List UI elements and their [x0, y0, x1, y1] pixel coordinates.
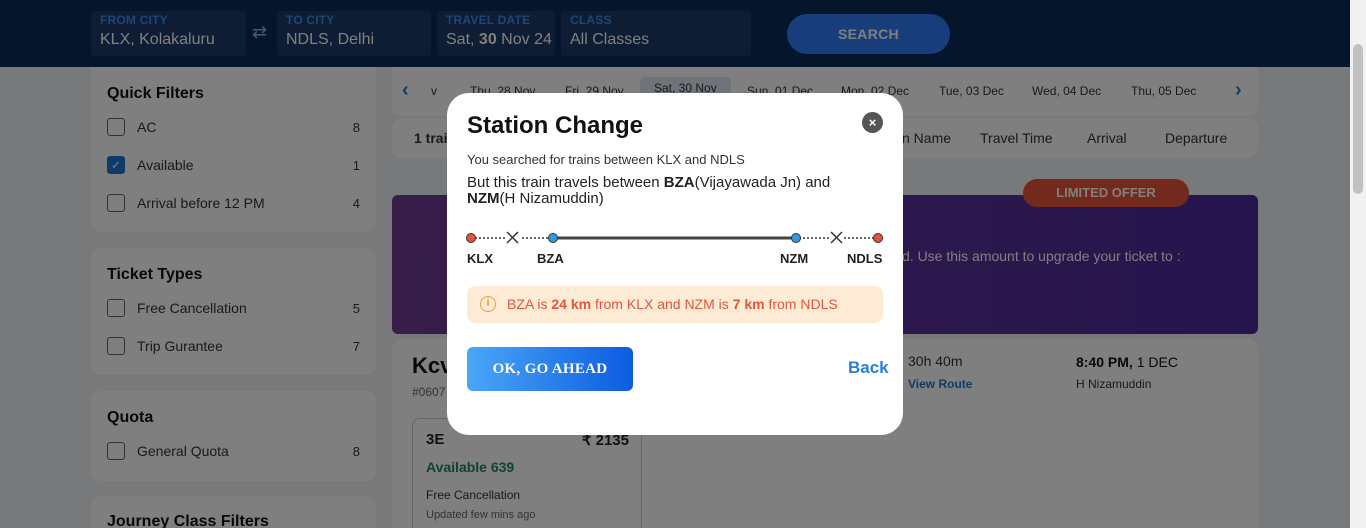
scrollbar-thumb[interactable] [1353, 44, 1363, 194]
info-text: from NDLS [764, 296, 838, 312]
station-label-bza: BZA [537, 251, 564, 266]
station-name-nzm: (H Nizamuddin) [499, 190, 604, 207]
train-text-prefix: But this train travels between [467, 174, 664, 191]
modal-title: Station Change [467, 112, 644, 139]
station-code-bza: BZA [663, 174, 695, 191]
page-scrollbar[interactable] [1350, 0, 1366, 528]
station-label-ndls: NDLS [847, 251, 883, 266]
station-code-nzm: NZM [467, 190, 500, 207]
info-distance-1: 24 km [551, 296, 592, 312]
close-icon[interactable]: × [862, 112, 883, 133]
station-label-nzm: NZM [780, 251, 809, 266]
station-dot-bza [548, 233, 558, 243]
info-distance-2: 7 km [732, 296, 765, 312]
cross-icon [830, 231, 843, 244]
route-diagram [466, 231, 883, 244]
info-text: from KLX and NZM is [591, 296, 733, 312]
station-dot-nzm [791, 233, 801, 243]
modal-search-text: You searched for trains between KLX and … [467, 152, 745, 167]
info-text: BZA is [507, 296, 552, 312]
info-icon: i [480, 296, 496, 312]
back-link[interactable]: Back [848, 358, 889, 378]
station-change-modal: Station Change × You searched for trains… [447, 93, 903, 435]
station-dot-klx [466, 233, 476, 243]
ok-go-ahead-button[interactable]: OK, GO AHEAD [467, 347, 633, 391]
cross-icon [506, 231, 519, 244]
distance-info-box: i BZA is 24 km from KLX and NZM is 7 km … [467, 286, 883, 323]
station-name-bza: (Vijayawada Jn) and [694, 174, 831, 191]
station-label-klx: KLX [467, 251, 493, 266]
modal-train-text: But this train travels between BZA(Vijay… [467, 175, 867, 207]
station-dot-ndls [873, 233, 883, 243]
